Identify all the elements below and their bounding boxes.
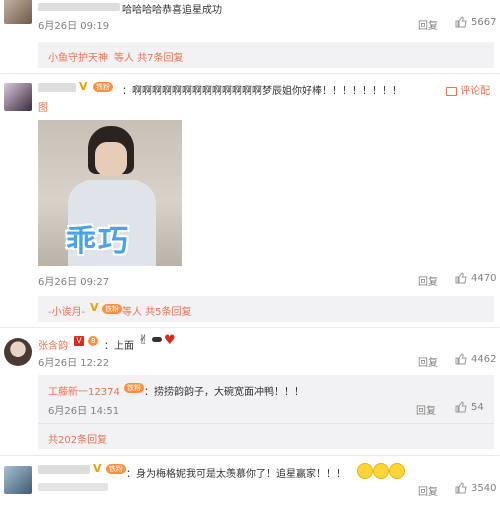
thumb-up-icon xyxy=(455,401,467,413)
like-count: 5667 xyxy=(471,16,497,28)
like-button[interactable]: 4470 xyxy=(455,272,496,284)
smile-emoji-icon xyxy=(373,463,389,479)
image-figure-face xyxy=(95,142,127,176)
heart-emoji-icon: ♥ xyxy=(164,333,176,348)
view-picture-link[interactable]: 评论配 xyxy=(446,82,490,97)
like-count: 4470 xyxy=(471,272,497,284)
like-count: 4462 xyxy=(471,353,497,365)
comment-text: ：啊啊啊啊啊啊啊啊啊啊啊啊啊梦辰姐你好棒！！！！！！！！ xyxy=(122,86,402,97)
reply-rest: 等人 共5条回复 xyxy=(122,307,192,318)
view-picture-label: 评论配 xyxy=(460,86,491,97)
comment-2: V 铁粉 ：啊啊啊啊啊啊啊啊啊啊啊啊啊梦辰姐你好棒！！！！！！！！ 评论配 图 … xyxy=(0,74,500,324)
smile-emoji-icon xyxy=(389,463,405,479)
total-replies-link[interactable]: 共202条回复 xyxy=(48,431,107,446)
comment-text-tail[interactable]: 图 xyxy=(38,99,48,114)
like-button[interactable]: 3540 xyxy=(455,482,496,494)
verified-icon: V xyxy=(90,301,99,314)
replies-summary-box[interactable]: 小鱼守护天神 等人 共7条回复 xyxy=(38,42,494,68)
comment-time: 6月26日 09:19 xyxy=(38,21,110,32)
verified-icon: V xyxy=(93,462,102,475)
victory-hand-emoji-icon: ✌ xyxy=(138,333,149,348)
like-button[interactable]: 5667 xyxy=(455,16,496,28)
microphone-emoji-icon xyxy=(152,337,162,342)
comment-3: 张含韵 V 8 ：上面 ✌ ♥ 6月26日 12:22 回复 4462 工藤新一… xyxy=(0,328,500,452)
reply-username[interactable]: 小鱼守护天神 xyxy=(48,49,108,64)
username-blurred[interactable] xyxy=(38,465,90,474)
reply-time: 6月26日 14:51 xyxy=(48,406,120,417)
reply-rest: 等人 共7条回复 xyxy=(114,53,184,64)
avatar[interactable] xyxy=(4,83,32,111)
reply-box: 工藤新一12374 铁粉 ：捞捞韵韵子，大碗宽面冲鸭！！！ 6月26日 14:5… xyxy=(38,375,494,449)
fan-badge-icon: 铁粉 xyxy=(124,383,144,393)
like-count: 3540 xyxy=(471,482,497,494)
fan-badge-icon: 8 xyxy=(88,336,99,346)
thumb-up-icon xyxy=(455,16,467,28)
comment-1: 哈哈哈哈恭喜追星成功 6月26日 09:19 回复 5667 小鱼守护天神 等人… xyxy=(0,0,500,70)
username-blurred[interactable] xyxy=(38,3,120,11)
reply-reply-button[interactable]: 回复 xyxy=(416,402,436,417)
reply-username[interactable]: 工藤新一12374 xyxy=(48,383,120,398)
like-button[interactable]: 4462 xyxy=(455,353,496,365)
fan-badge-icon: 铁粉 xyxy=(102,304,122,314)
comment-time: 6月26日 09:27 xyxy=(38,277,110,288)
verified-icon: V xyxy=(79,80,88,93)
username-blurred xyxy=(38,483,108,491)
comment-text: ：上面 xyxy=(104,341,134,352)
verified-badge-icon: V xyxy=(74,336,84,346)
reply-text: ：捞捞韵韵子，大碗宽面冲鸭！！！ xyxy=(144,387,304,398)
comment-image[interactable]: 乖巧 xyxy=(38,120,182,266)
image-caption: 乖巧 xyxy=(66,224,130,259)
thumb-up-icon xyxy=(455,482,467,494)
thumb-up-icon xyxy=(455,272,467,284)
avatar[interactable] xyxy=(4,338,32,366)
comment-username[interactable]: 张含韵 xyxy=(38,337,68,352)
smile-emoji-icon xyxy=(357,463,373,479)
replies-summary-box[interactable]: -小诶月- V 铁粉 等人 共5条回复 xyxy=(38,296,494,322)
comment-text: ：身为梅格妮我可是太羡慕你了！追星赢家！！！ xyxy=(126,469,346,480)
reply-username[interactable]: -小诶月- xyxy=(48,303,85,318)
reply-like-button[interactable]: 54 xyxy=(455,401,484,413)
reply-box-divider xyxy=(38,423,494,424)
username-blurred[interactable] xyxy=(38,83,76,92)
reply-button[interactable]: 回复 xyxy=(418,17,438,32)
avatar[interactable] xyxy=(4,466,32,494)
comment-4: V 铁粉 ：身为梅格妮我可是太羡慕你了！追星赢家！！！ 回复 3540 xyxy=(0,456,500,510)
comment-text: 哈哈哈哈恭喜追星成功 xyxy=(122,5,222,16)
like-count: 54 xyxy=(471,401,484,413)
fan-badge-icon: 铁粉 xyxy=(93,82,113,92)
comment-time: 6月26日 12:22 xyxy=(38,358,110,369)
reply-button[interactable]: 回复 xyxy=(418,273,438,288)
fan-badge-icon: 铁粉 xyxy=(106,464,126,474)
reply-button[interactable]: 回复 xyxy=(418,354,438,369)
avatar[interactable] xyxy=(4,0,32,24)
reply-button[interactable]: 回复 xyxy=(418,483,438,498)
comment-icon xyxy=(446,86,457,96)
thumb-up-icon xyxy=(455,353,467,365)
